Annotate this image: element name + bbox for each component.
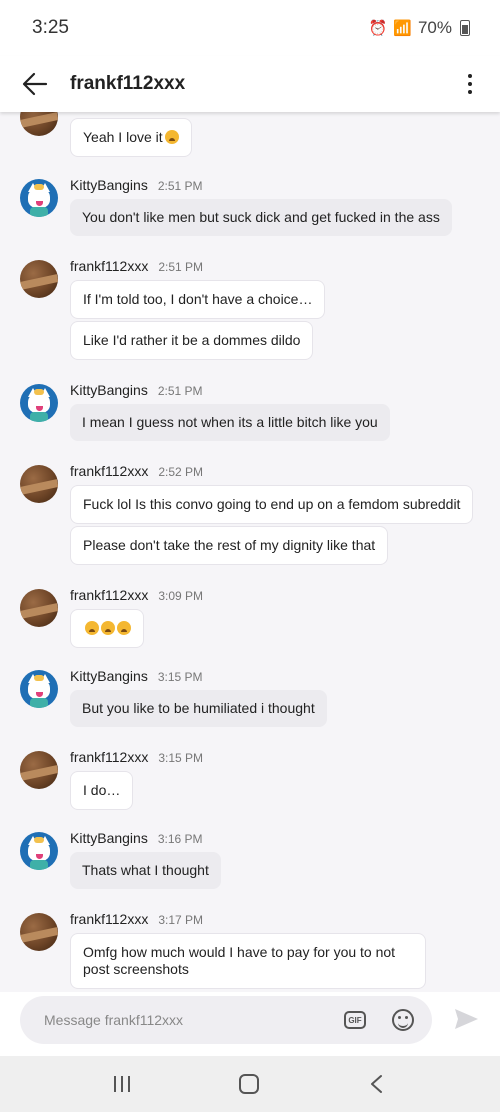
more-options-button[interactable]: [440, 56, 500, 112]
conversation-header: frankf112xxx: [0, 56, 500, 112]
sender-name: frankf112xxx: [70, 258, 149, 274]
message-bubble[interactable]: [70, 609, 144, 648]
message-sender: KittyBangins 2:51 PM: [70, 382, 203, 398]
system-nav-bar: [0, 1056, 500, 1112]
message-bubble[interactable]: Yeah I love it: [70, 118, 192, 157]
message-bubble[interactable]: Thats what I thought: [70, 852, 221, 889]
status-icons: ⏰ 📶 70%: [369, 18, 470, 38]
message-sender: frankf112xxx 2:51 PM: [70, 258, 203, 274]
sender-name: frankf112xxx: [70, 463, 149, 479]
message-sender: KittyBangins 2:51 PM: [70, 177, 203, 193]
message-time: 3:16 PM: [157, 832, 203, 846]
sender-name: frankf112xxx: [70, 587, 149, 603]
sender-name: KittyBangins: [70, 177, 148, 193]
sender-name: KittyBangins: [70, 830, 148, 846]
avatar[interactable]: [20, 832, 58, 870]
emoji-icon[interactable]: [392, 1009, 414, 1031]
message-time: 2:52 PM: [158, 465, 204, 479]
weary-face-emoji: [117, 621, 131, 635]
avatar[interactable]: [20, 465, 58, 503]
message-sender: KittyBangins 3:16 PM: [70, 830, 203, 846]
avatar[interactable]: [20, 112, 58, 136]
message-bubble[interactable]: Omfg how much would I have to pay for yo…: [70, 933, 426, 989]
message-bubble[interactable]: I do…: [70, 771, 134, 810]
weary-face-emoji: [85, 621, 99, 635]
sender-name: frankf112xxx: [70, 749, 149, 765]
message-time: 2:51 PM: [157, 384, 203, 398]
message-composer: GIF: [20, 996, 432, 1044]
avatar[interactable]: [20, 179, 58, 217]
sender-name: KittyBangins: [70, 382, 148, 398]
message-bubble[interactable]: Please don't take the rest of my dignity…: [70, 526, 389, 565]
battery-percent: 70%: [417, 18, 452, 37]
avatar[interactable]: [20, 670, 58, 708]
recent-apps-icon[interactable]: [114, 1076, 131, 1092]
message-input[interactable]: [44, 1012, 344, 1028]
sender-name: frankf112xxx: [70, 911, 149, 927]
message-bubble[interactable]: I mean I guess not when its a little bit…: [70, 404, 390, 441]
message-time: 3:09 PM: [158, 589, 204, 603]
avatar[interactable]: [20, 913, 58, 951]
message-bubble[interactable]: You don't like men but suck dick and get…: [70, 199, 452, 236]
message-list[interactable]: Yeah I love it KittyBangins 2:51 PM You …: [0, 112, 500, 992]
status-bar: 3:25 ⏰ 📶 70%: [0, 0, 500, 56]
message-bubble[interactable]: If I'm told too, I don't have a choice…: [70, 280, 326, 319]
message-time: 3:17 PM: [158, 913, 204, 927]
home-icon[interactable]: [238, 1074, 259, 1094]
weary-face-emoji: [101, 621, 115, 635]
message-time: 3:15 PM: [157, 670, 203, 684]
message-time: 3:15 PM: [158, 751, 204, 765]
sender-name: KittyBangins: [70, 668, 148, 684]
message-bubble[interactable]: Fuck lol Is this convo going to end up o…: [70, 485, 474, 524]
message-time: 2:51 PM: [158, 260, 204, 274]
avatar[interactable]: [20, 751, 58, 789]
message-bubble[interactable]: But you like to be humiliated i thought: [70, 690, 327, 727]
nav-back-icon[interactable]: [368, 1074, 386, 1094]
message-time: 2:51 PM: [157, 179, 203, 193]
alarm-icon: ⏰: [368, 20, 388, 37]
avatar[interactable]: [20, 260, 58, 298]
message-sender: frankf112xxx 3:09 PM: [70, 587, 203, 603]
status-time: 3:25: [32, 17, 69, 38]
message-sender: frankf112xxx 3:17 PM: [70, 911, 203, 927]
gif-icon[interactable]: GIF: [344, 1011, 366, 1029]
wifi-icon: 📶: [393, 20, 412, 37]
back-button[interactable]: [0, 56, 70, 112]
avatar[interactable]: [20, 384, 58, 422]
arrow-left-icon: [22, 72, 48, 96]
message-sender: frankf112xxx 2:52 PM: [70, 463, 203, 479]
weary-face-emoji: [164, 130, 179, 144]
message-sender: KittyBangins 3:15 PM: [70, 668, 203, 684]
message-bubble[interactable]: Like I'd rather it be a dommes dildo: [70, 321, 314, 360]
more-vertical-icon: [468, 72, 472, 96]
battery-icon: [460, 20, 470, 36]
conversation-title[interactable]: frankf112xxx: [70, 73, 440, 95]
send-icon[interactable]: [452, 1005, 480, 1033]
avatar[interactable]: [20, 589, 58, 627]
message-sender: frankf112xxx 3:15 PM: [70, 749, 203, 765]
